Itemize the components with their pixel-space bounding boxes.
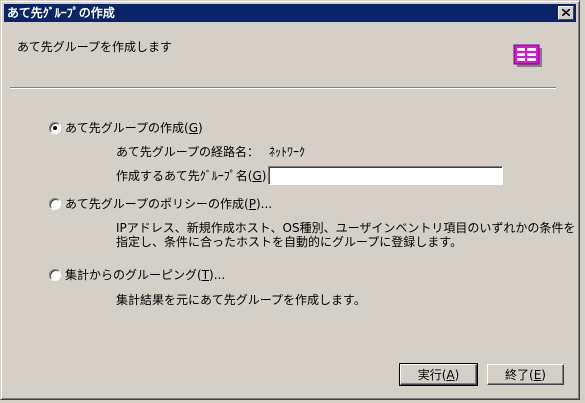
title-bar[interactable]: あて先ｸﾞﾙｰﾌﾟの作成 bbox=[4, 4, 576, 22]
header-text: あて先グループを作成します bbox=[17, 40, 173, 54]
window-title: あて先ｸﾞﾙｰﾌﾟの作成 bbox=[7, 6, 115, 20]
create-group-dialog: あて先ｸﾞﾙｰﾌﾟの作成 あて先グループを作成します あて先グループの作成(G)… bbox=[0, 0, 580, 400]
route-label: あて先グループの経路名： bbox=[116, 145, 260, 159]
exit-button[interactable]: 終了(E) bbox=[487, 364, 564, 385]
policy-description-line-2: 指定し、条件に合ったホストを自動的にグループに登録します。 bbox=[116, 235, 463, 249]
group-list-icon bbox=[513, 44, 542, 67]
policy-description-line-1: IPアドレス、新規作成ホスト、OS種別、ユーザインベントリ項目のいずれかの条件を bbox=[116, 221, 576, 235]
radio-group-from-aggregate[interactable] bbox=[49, 269, 61, 281]
radio-create-group[interactable] bbox=[49, 122, 61, 134]
radio-create-policy[interactable] bbox=[49, 198, 61, 210]
group-name-label: 作成するあて先ｸﾞﾙｰﾌﾟ名(G): bbox=[116, 169, 271, 183]
option-create-policy-label[interactable]: あて先グループのポリシーの作成(P)... bbox=[65, 196, 272, 212]
route-value: ﾈｯﾄﾜｰｸ bbox=[269, 145, 306, 159]
header-separator bbox=[10, 87, 556, 89]
group-name-input[interactable] bbox=[268, 166, 503, 185]
close-button[interactable] bbox=[558, 6, 574, 20]
aggregate-description: 集計結果を元にあて先グループを作成します。 bbox=[116, 293, 366, 307]
close-icon bbox=[562, 9, 570, 16]
option-create-group-label[interactable]: あて先グループの作成(G) bbox=[65, 120, 203, 136]
execute-button[interactable]: 実行(A) bbox=[399, 363, 478, 386]
option-group-from-aggregate-label[interactable]: 集計からのグルーピング(T)... bbox=[65, 267, 225, 283]
